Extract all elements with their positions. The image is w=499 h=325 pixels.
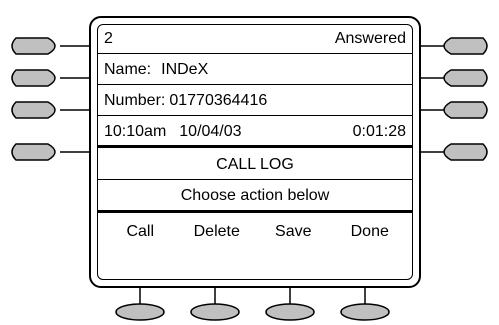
- call-time: 10:10am: [104, 122, 167, 140]
- line-number: 2: [104, 30, 113, 47]
- heading-row: CALL LOG: [98, 151, 412, 180]
- right-line-key-4[interactable]: [443, 143, 488, 161]
- softkey-save-button[interactable]: [265, 303, 315, 321]
- prompt-text: Choose action below: [180, 187, 330, 204]
- display-inner: 2 Answered Name: INDeX Number: 017703644…: [97, 24, 413, 280]
- call-state: Answered: [334, 30, 406, 47]
- prompt-row: Choose action below: [98, 182, 412, 213]
- call-date: 10/04/03: [179, 122, 242, 140]
- left-line-key-1[interactable]: [11, 37, 56, 55]
- left-line-key-3[interactable]: [11, 101, 56, 119]
- call-info-row: 10:10am 10/04/03 0:01:28: [98, 118, 412, 148]
- right-line-key-1[interactable]: [443, 37, 488, 55]
- number-label: Number:: [104, 92, 166, 109]
- softkey-call-label[interactable]: Call: [105, 223, 175, 241]
- softkey-done-button[interactable]: [340, 303, 390, 321]
- left-line-key-4[interactable]: [11, 143, 56, 161]
- softkey-labels: Call Delete Save Done: [98, 216, 412, 248]
- right-line-key-3[interactable]: [443, 101, 488, 119]
- softkey-call-button[interactable]: [115, 303, 165, 321]
- softkey-done-label[interactable]: Done: [335, 223, 405, 241]
- right-line-key-2[interactable]: [443, 69, 488, 87]
- status-row: 2 Answered: [98, 25, 412, 54]
- name-label: Name:: [104, 61, 152, 78]
- softkey-delete-label[interactable]: Delete: [182, 223, 252, 241]
- page-title: CALL LOG: [216, 156, 294, 173]
- left-line-key-2[interactable]: [11, 69, 56, 87]
- number-value: 01770364416: [169, 92, 268, 109]
- number-row: Number: 01770364416: [98, 87, 412, 116]
- name-row: Name: INDeX: [98, 56, 412, 85]
- phone-display: 2 Answered Name: INDeX Number: 017703644…: [89, 16, 421, 288]
- call-duration: 0:01:28: [352, 122, 406, 140]
- softkey-save-label[interactable]: Save: [258, 223, 328, 241]
- softkey-delete-button[interactable]: [190, 303, 240, 321]
- name-value: INDeX: [161, 61, 209, 78]
